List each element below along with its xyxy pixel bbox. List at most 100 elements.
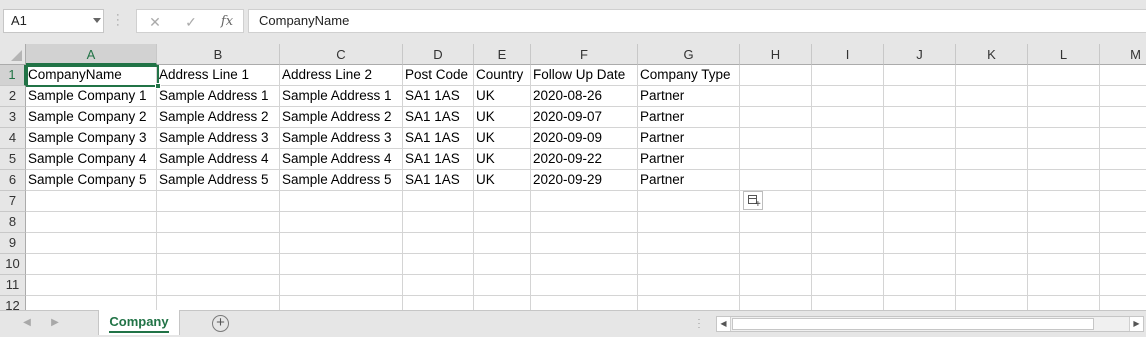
cell-h8[interactable] <box>740 212 812 233</box>
worksheet-grid[interactable]: ABCDEFGHIJKLM 1 2 3 4 5 6 7 8 9 10 11 12 CompanyNam… <box>0 44 1146 310</box>
cell-f6[interactable]: 2020-09-29 <box>531 170 638 191</box>
cell-c4[interactable]: Sample Address 3 <box>280 128 403 149</box>
cell-e12[interactable] <box>474 296 531 310</box>
cell-l3[interactable] <box>1028 107 1100 128</box>
cell-d4[interactable]: SA1 1AS <box>403 128 474 149</box>
cell-c8[interactable] <box>280 212 403 233</box>
cell-l7[interactable] <box>1028 191 1100 212</box>
cell-j9[interactable] <box>884 233 956 254</box>
cell-i1[interactable] <box>812 65 884 86</box>
cell-b1[interactable]: Address Line 1 <box>157 65 280 86</box>
cell-a10[interactable] <box>26 254 157 275</box>
cell-f10[interactable] <box>531 254 638 275</box>
cell-f5[interactable]: 2020-09-22 <box>531 149 638 170</box>
cell-m7[interactable] <box>1100 191 1146 212</box>
cell-g3[interactable]: Partner <box>638 107 740 128</box>
row-header-1[interactable]: 1 <box>0 65 26 86</box>
cell-f2[interactable]: 2020-08-26 <box>531 86 638 107</box>
cell-j7[interactable] <box>884 191 956 212</box>
cell-f9[interactable] <box>531 233 638 254</box>
cell-b10[interactable] <box>157 254 280 275</box>
cell-m8[interactable] <box>1100 212 1146 233</box>
cell-k12[interactable] <box>956 296 1028 310</box>
cell-b2[interactable]: Sample Address 1 <box>157 86 280 107</box>
column-header-l[interactable]: L <box>1028 44 1100 65</box>
cell-g11[interactable] <box>638 275 740 296</box>
row-header-2[interactable]: 2 <box>0 86 26 107</box>
cell-f12[interactable] <box>531 296 638 310</box>
cell-i12[interactable] <box>812 296 884 310</box>
cell-b9[interactable] <box>157 233 280 254</box>
cell-h2[interactable] <box>740 86 812 107</box>
name-box[interactable]: A1 <box>3 9 104 33</box>
cell-e11[interactable] <box>474 275 531 296</box>
row-header-8[interactable]: 8 <box>0 212 26 233</box>
cell-k7[interactable] <box>956 191 1028 212</box>
cell-c3[interactable]: Sample Address 2 <box>280 107 403 128</box>
horizontal-scrollbar[interactable]: ◀ ▶ <box>716 316 1144 332</box>
scroll-left-icon[interactable]: ◀ <box>717 317 731 331</box>
cell-b11[interactable] <box>157 275 280 296</box>
cell-a5[interactable]: Sample Company 4 <box>26 149 157 170</box>
cell-b12[interactable] <box>157 296 280 310</box>
cell-j1[interactable] <box>884 65 956 86</box>
cell-j5[interactable] <box>884 149 956 170</box>
cell-i2[interactable] <box>812 86 884 107</box>
column-header-a[interactable]: A <box>26 44 157 65</box>
cell-c9[interactable] <box>280 233 403 254</box>
row-header-6[interactable]: 6 <box>0 170 26 191</box>
fx-icon[interactable]: fx <box>217 13 237 31</box>
cell-c1[interactable]: Address Line 2 <box>280 65 403 86</box>
cell-f3[interactable]: 2020-09-07 <box>531 107 638 128</box>
tab-splitter-icon[interactable]: · · · <box>696 315 702 332</box>
cell-e2[interactable]: UK <box>474 86 531 107</box>
cell-i3[interactable] <box>812 107 884 128</box>
cell-f11[interactable] <box>531 275 638 296</box>
cell-l11[interactable] <box>1028 275 1100 296</box>
cell-k2[interactable] <box>956 86 1028 107</box>
cell-e9[interactable] <box>474 233 531 254</box>
cell-l10[interactable] <box>1028 254 1100 275</box>
row-header-9[interactable]: 9 <box>0 233 26 254</box>
cell-j3[interactable] <box>884 107 956 128</box>
row-header-12[interactable]: 12 <box>0 296 26 310</box>
row-header-3[interactable]: 3 <box>0 107 26 128</box>
cell-m3[interactable] <box>1100 107 1146 128</box>
cell-c5[interactable]: Sample Address 4 <box>280 149 403 170</box>
cell-g5[interactable]: Partner <box>638 149 740 170</box>
scrollbar-thumb[interactable] <box>732 318 1094 330</box>
cell-f1[interactable]: Follow Up Date <box>531 65 638 86</box>
fill-handle[interactable] <box>155 83 161 89</box>
scroll-tabs-left-icon[interactable]: ◀ <box>20 315 34 331</box>
column-header-g[interactable]: G <box>638 44 740 65</box>
cell-d9[interactable] <box>403 233 474 254</box>
cell-g9[interactable] <box>638 233 740 254</box>
cell-a9[interactable] <box>26 233 157 254</box>
cell-b6[interactable]: Sample Address 5 <box>157 170 280 191</box>
cell-i9[interactable] <box>812 233 884 254</box>
cell-a7[interactable] <box>26 191 157 212</box>
cell-d11[interactable] <box>403 275 474 296</box>
cell-c6[interactable]: Sample Address 5 <box>280 170 403 191</box>
scroll-tabs-right-icon[interactable]: ▶ <box>48 315 62 331</box>
cell-h9[interactable] <box>740 233 812 254</box>
cell-d3[interactable]: SA1 1AS <box>403 107 474 128</box>
formula-bar-grip-icon[interactable]: · · · <box>116 10 120 31</box>
cell-m12[interactable] <box>1100 296 1146 310</box>
cell-a1[interactable]: CompanyName <box>26 65 157 86</box>
close-icon[interactable]: ✕ <box>145 13 165 31</box>
cell-a4[interactable]: Sample Company 3 <box>26 128 157 149</box>
cell-d7[interactable] <box>403 191 474 212</box>
cell-h5[interactable] <box>740 149 812 170</box>
cell-g4[interactable]: Partner <box>638 128 740 149</box>
cell-k11[interactable] <box>956 275 1028 296</box>
cell-k1[interactable] <box>956 65 1028 86</box>
cell-g2[interactable]: Partner <box>638 86 740 107</box>
column-header-i[interactable]: I <box>812 44 884 65</box>
scroll-right-icon[interactable]: ▶ <box>1129 317 1143 331</box>
cell-d2[interactable]: SA1 1AS <box>403 86 474 107</box>
cell-k8[interactable] <box>956 212 1028 233</box>
cell-l9[interactable] <box>1028 233 1100 254</box>
cell-a11[interactable] <box>26 275 157 296</box>
cell-k9[interactable] <box>956 233 1028 254</box>
